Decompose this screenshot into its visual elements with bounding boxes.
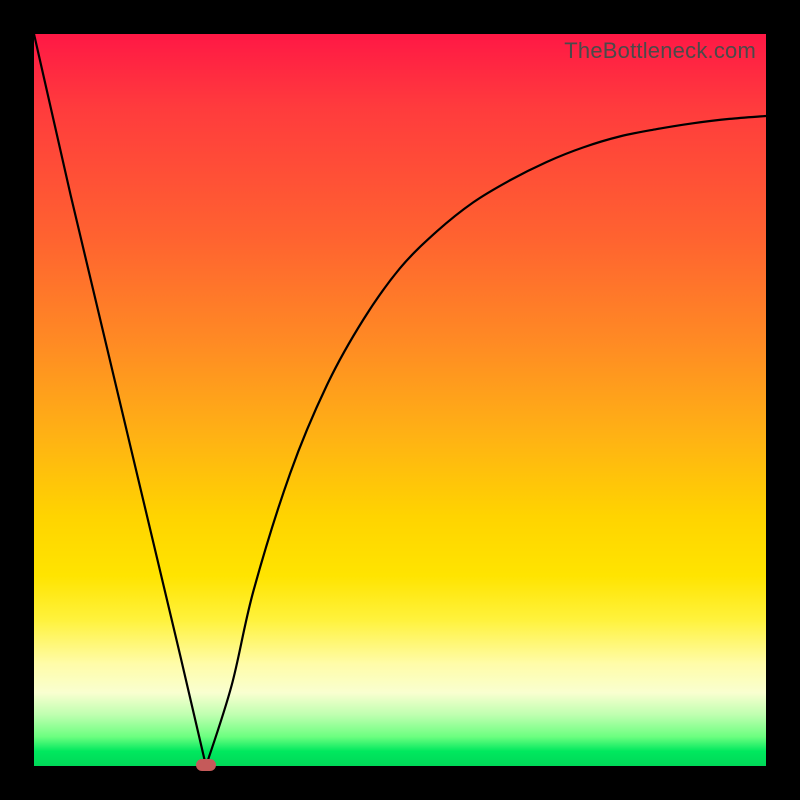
chart-frame: TheBottleneck.com [0,0,800,800]
minimum-marker [196,759,216,771]
plot-area: TheBottleneck.com [34,34,766,766]
curve-path [34,34,766,766]
bottleneck-curve [34,34,766,766]
